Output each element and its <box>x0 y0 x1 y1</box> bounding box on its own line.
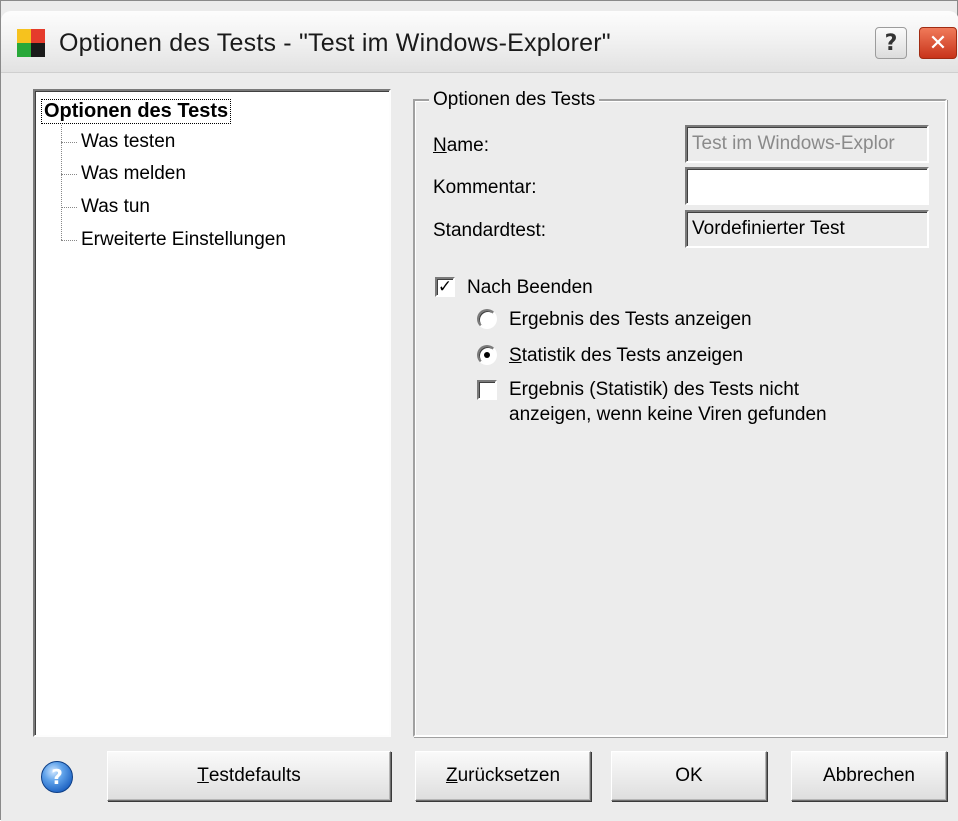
cancel-button[interactable]: Abbrechen <box>791 751 947 801</box>
title-close-button[interactable]: ✕ <box>919 27 957 59</box>
tree-item-label: Was testen <box>81 131 176 152</box>
help-button[interactable]: ? <box>35 755 79 799</box>
tree-item-what-report[interactable]: Was melden <box>61 163 186 185</box>
no-show-if-clean-label[interactable]: Ergebnis (Statistik) des Tests nicht anz… <box>509 377 827 427</box>
options-tree[interactable]: Optionen des Tests Was testen Was melden… <box>33 89 391 737</box>
title-help-button[interactable]: ? <box>875 27 907 59</box>
radio-show-result-label[interactable]: Ergebnis des Tests anzeigen <box>509 307 752 332</box>
tree-item-what-do[interactable]: Was tun <box>61 196 150 218</box>
tree-item-advanced[interactable]: Erweiterte Einstellungen <box>61 229 286 251</box>
dialog-content: Optionen des Tests Was testen Was melden… <box>1 73 958 821</box>
standard-test-label: Standardtest: <box>433 220 547 241</box>
question-icon: ? <box>884 30 898 56</box>
options-dialog: Optionen des Tests - "Test im Windows-Ex… <box>0 0 958 821</box>
radio-show-statistics-label[interactable]: Statistik des Tests anzeigen <box>509 343 743 368</box>
title-bar[interactable]: Optionen des Tests - "Test im Windows-Ex… <box>1 11 958 73</box>
comment-field[interactable] <box>685 167 929 205</box>
ok-button[interactable]: OK <box>611 751 767 801</box>
close-icon: ✕ <box>928 30 948 56</box>
radio-show-statistics[interactable] <box>477 345 497 365</box>
tree-item-what-test[interactable]: Was testen <box>61 131 175 153</box>
name-label: Name: <box>433 135 489 156</box>
checkmark-icon: ✓ <box>437 276 453 297</box>
app-icon <box>17 29 45 57</box>
tree-root-options[interactable]: Optionen des Tests <box>41 99 232 124</box>
standard-test-field: Vordefinierter Test <box>685 210 929 248</box>
comment-label: Kommentar: <box>433 177 537 198</box>
tree-item-label: Erweiterte Einstellungen <box>81 229 286 250</box>
window-title: Optionen des Tests - "Test im Windows-Ex… <box>59 29 611 57</box>
radio-show-result[interactable] <box>477 309 497 329</box>
tree-item-label: Was tun <box>81 196 150 217</box>
tree-item-label: Was melden <box>81 163 186 184</box>
name-field[interactable]: Test im Windows-Explor <box>685 125 929 163</box>
group-legend: Optionen des Tests <box>429 89 600 111</box>
test-defaults-button[interactable]: Testdefaults <box>107 751 391 801</box>
after-finish-label[interactable]: Nach Beenden <box>467 275 593 300</box>
no-show-if-clean-checkbox[interactable] <box>477 380 497 400</box>
after-finish-checkbox[interactable]: ✓ <box>435 277 455 297</box>
radio-selected-dot <box>484 352 490 358</box>
help-icon: ? <box>41 761 73 793</box>
reset-button[interactable]: Zurücksetzen <box>415 751 591 801</box>
